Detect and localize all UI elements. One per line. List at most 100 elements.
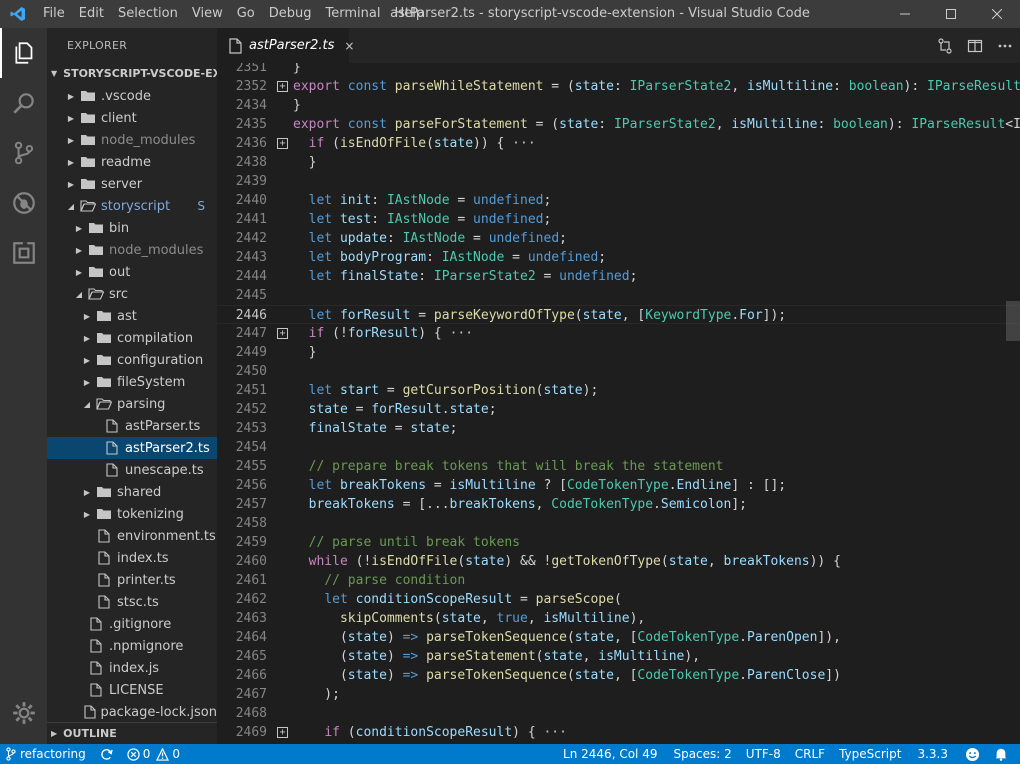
code-token: while [308,554,348,569]
code-token: => [402,630,419,645]
tree-item-label: index.js [109,660,160,676]
tree-file[interactable]: LICENSE [47,679,217,701]
menu-terminal[interactable]: Terminal [319,0,388,28]
indentation-status[interactable]: Spaces: 2 [666,744,738,764]
tree-file[interactable]: printer.ts [47,569,217,591]
tree-folder[interactable]: ▶ .vscode [47,85,217,107]
workspace-section-header[interactable]: ▼ STORYSCRIPT-VSCODE-EX... [47,63,217,85]
folder-icon [79,89,97,103]
tree-folder[interactable]: ▶ configuration [47,349,217,371]
code-token: IParserState2 [433,269,536,284]
typescript-version[interactable]: 3.3.3 [908,744,957,764]
compare-changes-icon[interactable] [930,28,960,63]
code-token: export [293,117,348,132]
code-token: isMultiline [543,611,630,626]
fold-expand-icon[interactable]: + [277,727,288,738]
minimize-button[interactable] [882,0,928,28]
tree-folder[interactable]: ◢ parsing [47,393,217,415]
debug-icon[interactable] [0,178,47,228]
tree-folder[interactable]: ▶ client [47,107,217,129]
menu-view[interactable]: View [185,0,230,28]
chevron-right-icon: ▶ [83,487,91,497]
menu-debug[interactable]: Debug [262,0,319,28]
tab-astparser2[interactable]: astParser2.ts × [217,28,354,63]
problems-status[interactable]: 0 0 [121,744,186,764]
eol-status[interactable]: CRLF [788,744,832,764]
notifications-bell-icon[interactable] [988,744,1020,764]
tree-folder[interactable]: ▶ compilation [47,327,217,349]
code-editor[interactable]: 2351} 2352 + export const parseWhileStateme… [217,63,1020,744]
close-window-button[interactable] [974,0,1020,28]
code-token: breakTokens [339,478,427,493]
tree-file[interactable]: astParser.ts [47,415,217,437]
code-text: let start = getCursorPosition(state); [293,381,599,400]
tree-file[interactable]: stsc.ts [47,591,217,613]
vertical-scrollbar-thumb[interactable] [1006,301,1020,341]
tree-folder[interactable]: ◢ storyscript S [47,195,217,217]
fold-expand-icon[interactable]: + [277,138,288,149]
tree-file[interactable]: unescape.ts [47,459,217,481]
tree-item-label: tokenizing [117,506,184,522]
code-token: update [339,231,387,246]
close-icon[interactable]: × [344,39,354,53]
tree-folder[interactable]: ▶ bin [47,217,217,239]
code-token: ( [324,136,340,151]
tree-folder[interactable]: ▶ shared [47,481,217,503]
fold-expand-icon[interactable]: + [277,81,288,92]
code-token: : [386,231,403,246]
language-mode[interactable]: TypeScript [832,744,908,764]
menu-edit[interactable]: Edit [72,0,111,28]
more-actions-icon[interactable] [990,28,1020,63]
tree-file[interactable]: package-lock.json [47,701,217,723]
extensions-icon[interactable] [0,228,47,278]
tree-file[interactable]: environment.ts [47,525,217,547]
tree-file[interactable]: .gitignore [47,613,217,635]
code-line: 2434} [217,96,1020,115]
folder-icon [95,375,113,389]
sync-icon[interactable] [92,744,121,764]
branch-name: refactoring [20,747,86,761]
menu-file[interactable]: File [36,0,72,28]
cursor-position[interactable]: Ln 2446, Col 49 [554,744,666,764]
tree-folder[interactable]: ▶ readme [47,151,217,173]
encoding-status[interactable]: UTF-8 [739,744,788,764]
tree-file[interactable]: astParser2.ts [47,437,217,459]
source-control-icon[interactable] [0,128,47,178]
split-editor-icon[interactable] [960,28,990,63]
tree-folder[interactable]: ▶ tokenizing [47,503,217,525]
warning-icon [156,747,170,761]
menu-go[interactable]: Go [230,0,262,28]
code-line: 2460 while (!isEndOfFile(state) && !getT… [217,552,1020,571]
tree-file[interactable]: index.ts [47,547,217,569]
code-token: // parse until break tokens [308,535,520,550]
files-icon[interactable] [0,28,47,78]
tree-folder[interactable]: ▶ out [47,261,217,283]
code-token: isMultiline [731,117,818,132]
code-text: state = forResult.state; [293,400,497,419]
code-token: isMultiline [449,478,536,493]
code-token: ; [488,402,497,417]
tree-folder[interactable]: ▶ node_modules [47,129,217,151]
branch-status[interactable]: refactoring [0,744,92,764]
menu-selection[interactable]: Selection [111,0,185,28]
outline-section-header[interactable]: ▶ OUTLINE [47,722,217,744]
menu-help[interactable]: Help [387,0,431,28]
search-icon[interactable] [0,78,47,128]
tree-folder[interactable]: ▶ node_modules [47,239,217,261]
tree-file[interactable]: index.js [47,657,217,679]
chevron-right-icon: ▶ [75,267,83,277]
tree-folder[interactable]: ▶ server [47,173,217,195]
vscode-logo-icon [0,0,36,28]
tree-folder[interactable]: ▶ ast [47,305,217,327]
tree-file[interactable]: .npmignore [47,635,217,657]
feedback-smiley-icon[interactable] [957,744,988,764]
warning-count: 0 [172,747,181,761]
tree-folder[interactable]: ◢ src [47,283,217,305]
maximize-button[interactable] [928,0,974,28]
fold-expand-icon[interactable]: + [277,328,288,339]
code-token: isMultiline [747,79,834,94]
code-token: breakTokens [723,554,810,569]
settings-gear-icon[interactable] [0,688,47,738]
tree-folder[interactable]: ▶ fileSystem [47,371,217,393]
